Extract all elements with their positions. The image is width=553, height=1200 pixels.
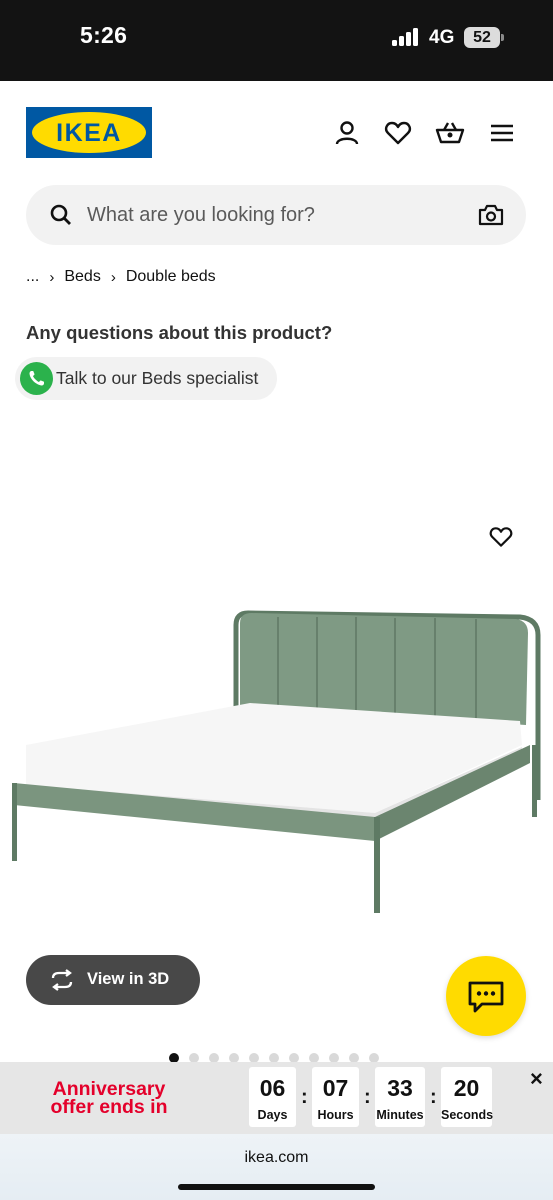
browser-address-bar[interactable]: ikea.com <box>0 1134 553 1200</box>
countdown-banner: Anniversary offer ends in 06 Days : 07 H… <box>0 1062 553 1134</box>
wishlist-heart-icon[interactable] <box>488 524 514 550</box>
chat-button[interactable] <box>446 956 526 1036</box>
ikea-logo[interactable]: IKEA <box>26 107 152 158</box>
heart-icon[interactable] <box>383 118 413 148</box>
countdown-separator: : <box>301 1086 308 1108</box>
countdown-value: 33 <box>387 1075 413 1101</box>
close-icon[interactable]: × <box>530 1066 543 1092</box>
product-image-bed[interactable] <box>0 595 553 925</box>
countdown-seconds: 20 Seconds <box>441 1067 494 1127</box>
countdown-value: 06 <box>259 1075 286 1101</box>
questions-heading: Any questions about this product? <box>26 322 333 343</box>
countdown-unit: Minutes <box>376 1108 424 1122</box>
phone-icon <box>20 362 53 395</box>
chat-icon <box>468 981 504 1013</box>
countdown-title: Anniversary offer ends in <box>50 1078 168 1118</box>
network-type: 4G <box>429 27 455 48</box>
status-bar: 5:26 4G 52 <box>0 0 553 81</box>
chevron-right-icon: › <box>49 268 55 286</box>
breadcrumb-ellipsis[interactable]: ... <box>26 268 39 286</box>
breadcrumb-beds[interactable]: Beds <box>64 268 100 286</box>
countdown-value: 07 <box>322 1075 349 1101</box>
menu-icon[interactable] <box>487 118 517 148</box>
search-icon[interactable] <box>50 204 72 226</box>
signal-icon <box>392 28 422 46</box>
view-in-3d-label: View in 3D <box>87 970 170 988</box>
view-in-3d-button[interactable]: View in 3D <box>26 955 200 1005</box>
countdown-unit: Seconds <box>441 1108 494 1122</box>
status-time: 5:26 <box>80 22 128 48</box>
countdown-separator: : <box>364 1086 371 1108</box>
logo-text: IKEA <box>56 119 122 147</box>
breadcrumb: ... › Beds › Double beds <box>26 268 216 286</box>
chevron-right-icon: › <box>110 268 116 286</box>
search-bar[interactable]: What are you looking for? <box>26 185 526 245</box>
countdown-minutes: 33 Minutes <box>375 1067 425 1127</box>
countdown-unit: Hours <box>317 1108 354 1122</box>
camera-icon[interactable] <box>478 203 504 227</box>
rotate-3d-icon <box>51 969 73 991</box>
logo-oval: IKEA <box>32 112 146 153</box>
search-input[interactable]: What are you looking for? <box>87 185 315 245</box>
basket-icon[interactable] <box>435 118 465 148</box>
url-text[interactable]: ikea.com <box>0 1149 553 1167</box>
countdown-separator: : <box>430 1086 437 1108</box>
home-indicator[interactable] <box>178 1184 375 1190</box>
battery-tip <box>501 34 504 41</box>
battery-icon: 52 <box>464 27 500 48</box>
countdown-days: 06 Days <box>249 1067 296 1127</box>
countdown-unit: Days <box>257 1108 288 1122</box>
specialist-button[interactable]: Talk to our Beds specialist <box>15 357 277 400</box>
breadcrumb-double-beds[interactable]: Double beds <box>126 268 216 286</box>
profile-icon[interactable] <box>332 118 362 148</box>
specialist-label: Talk to our Beds specialist <box>56 368 259 388</box>
countdown-hours: 07 Hours <box>312 1067 359 1127</box>
countdown-value: 20 <box>453 1075 480 1101</box>
